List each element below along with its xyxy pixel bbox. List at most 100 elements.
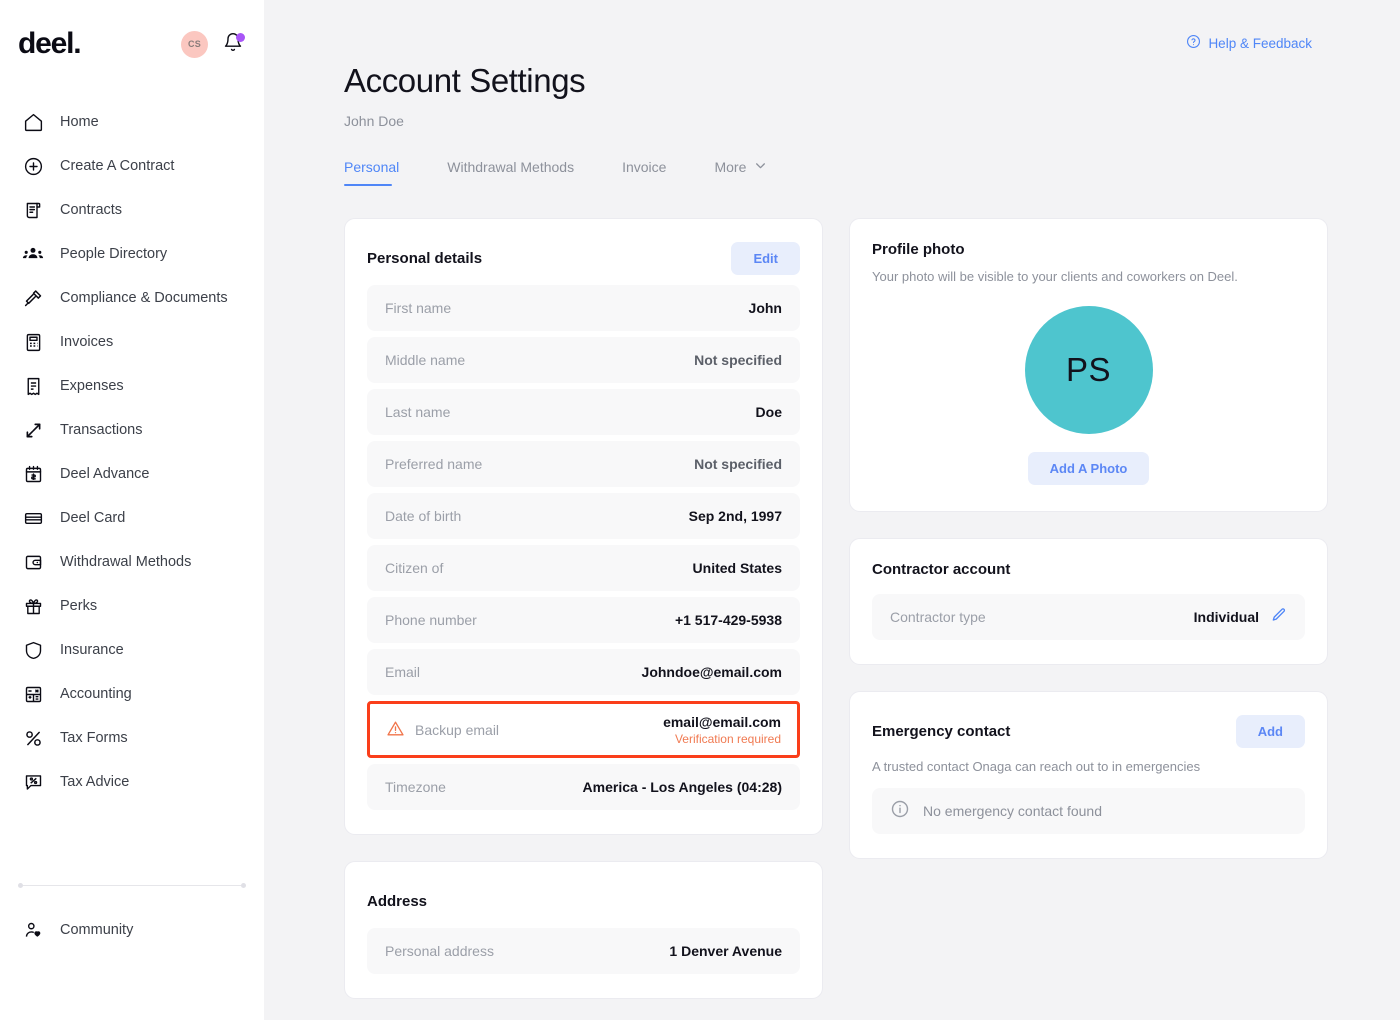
tab-invoice[interactable]: Invoice xyxy=(622,159,666,186)
row-label: Phone number xyxy=(385,612,477,628)
sidebar-item-invoices[interactable]: Invoices xyxy=(0,320,264,364)
right-column: Profile photo Your photo will be visible… xyxy=(849,218,1328,885)
question-circle-icon xyxy=(1186,34,1201,52)
emergency-contact-card: Emergency contact Add A trusted contact … xyxy=(849,691,1328,859)
row-phone-number: Phone number +1 517-429-5938 xyxy=(367,597,800,643)
app-root: deel. CS Home xyxy=(0,0,1400,1020)
sidebar-item-insurance[interactable]: Insurance xyxy=(0,628,264,672)
row-label: Personal address xyxy=(385,943,494,959)
sidebar-item-contracts[interactable]: Contracts xyxy=(0,188,264,232)
sidebar-item-expenses[interactable]: Expenses xyxy=(0,364,264,408)
sidebar-item-transactions[interactable]: Transactions xyxy=(0,408,264,452)
row-label: Citizen of xyxy=(385,560,443,576)
profile-avatar: PS xyxy=(1025,306,1153,434)
row-value: Individual xyxy=(1194,609,1259,625)
page-subtitle: John Doe xyxy=(344,113,1328,129)
row-value: Not specified xyxy=(694,456,782,472)
contractor-account-rows: Contractor type Individual xyxy=(872,594,1305,640)
personal-details-title: Personal details xyxy=(367,250,482,267)
address-title: Address xyxy=(367,893,427,910)
sidebar-item-label: Contracts xyxy=(60,202,122,218)
sidebar-item-label: People Directory xyxy=(60,246,167,262)
row-label: Preferred name xyxy=(385,456,482,472)
row-value: Johndoe@email.com xyxy=(642,664,782,680)
chevron-down-icon xyxy=(754,159,767,175)
row-label: Last name xyxy=(385,404,450,420)
profile-photo-area: PS Add A Photo xyxy=(872,306,1305,485)
home-icon xyxy=(22,111,44,133)
sidebar-item-deel-advance[interactable]: Deel Advance xyxy=(0,452,264,496)
help-and-feedback-label: Help & Feedback xyxy=(1208,36,1312,51)
row-citizen-of: Citizen of United States xyxy=(367,545,800,591)
emergency-contact-description: A trusted contact Onaga can reach out to… xyxy=(872,759,1305,774)
sidebar-item-compliance-and-documents[interactable]: Compliance & Documents xyxy=(0,276,264,320)
row-timezone: Timezone America - Los Angeles (04:28) xyxy=(367,764,800,810)
sidebar-header: deel. CS xyxy=(0,0,264,88)
sidebar-item-label: Create A Contract xyxy=(60,158,174,174)
tab-more[interactable]: More xyxy=(714,159,767,186)
personal-details-rows: First name John Middle name Not specifie… xyxy=(367,285,800,810)
invoice-icon xyxy=(22,331,44,353)
sidebar-item-label: Deel Advance xyxy=(60,466,149,482)
sidebar-item-label: Community xyxy=(60,922,133,938)
row-label: Timezone xyxy=(385,779,446,795)
sidebar-item-label: Expenses xyxy=(60,378,124,394)
sidebar-item-label: Insurance xyxy=(60,642,124,658)
row-last-name: Last name Doe xyxy=(367,389,800,435)
row-first-name: First name John xyxy=(367,285,800,331)
sidebar-item-perks[interactable]: Perks xyxy=(0,584,264,628)
emergency-contact-empty-state: No emergency contact found xyxy=(872,788,1305,834)
row-value: United States xyxy=(693,560,782,576)
warning-triangle-icon xyxy=(386,719,405,741)
deel-logo[interactable]: deel. xyxy=(18,29,80,59)
sidebar-item-create-a-contract[interactable]: Create A Contract xyxy=(0,144,264,188)
sidebar-item-label: Accounting xyxy=(60,686,132,702)
tab-personal[interactable]: Personal xyxy=(344,159,399,186)
profile-photo-title: Profile photo xyxy=(872,241,1305,258)
sidebar-item-label: Withdrawal Methods xyxy=(60,554,191,570)
tab-label: More xyxy=(714,159,746,175)
row-value: +1 517-429-5938 xyxy=(675,612,782,628)
personal-details-header: Personal details Edit xyxy=(367,241,800,275)
notification-badge-dot xyxy=(236,33,245,42)
row-value: Doe xyxy=(756,404,782,420)
credit-card-icon xyxy=(22,507,44,529)
row-label: Middle name xyxy=(385,352,465,368)
columns: Personal details Edit First name John Mi… xyxy=(344,218,1328,1020)
pencil-icon[interactable] xyxy=(1271,607,1287,628)
row-label: Backup email xyxy=(415,722,499,738)
tab-withdrawal-methods[interactable]: Withdrawal Methods xyxy=(447,159,574,186)
avatar[interactable]: CS xyxy=(181,31,208,58)
sidebar-spacer xyxy=(0,804,264,876)
sidebar-item-withdrawal-methods[interactable]: Withdrawal Methods xyxy=(0,540,264,584)
sidebar-item-home[interactable]: Home xyxy=(0,100,264,144)
edit-personal-details-button[interactable]: Edit xyxy=(731,242,800,275)
sidebar-item-community[interactable]: Community xyxy=(0,908,264,952)
percent-icon xyxy=(22,727,44,749)
verification-required-note: Verification required xyxy=(675,732,781,746)
tab-label: Withdrawal Methods xyxy=(447,159,574,175)
row-contractor-type: Contractor type Individual xyxy=(872,594,1305,640)
sidebar-item-deel-card[interactable]: Deel Card xyxy=(0,496,264,540)
row-backup-email[interactable]: Backup email email@email.com Verificatio… xyxy=(367,701,800,758)
sidebar-item-tax-forms[interactable]: Tax Forms xyxy=(0,716,264,760)
emergency-contact-title: Emergency contact xyxy=(872,723,1010,740)
calculator-icon xyxy=(22,683,44,705)
sidebar-item-accounting[interactable]: Accounting xyxy=(0,672,264,716)
help-and-feedback-button[interactable]: Help & Feedback xyxy=(1186,34,1312,52)
row-date-of-birth: Date of birth Sep 2nd, 1997 xyxy=(367,493,800,539)
address-header: Address xyxy=(367,884,800,918)
percent-chat-icon xyxy=(22,771,44,793)
sidebar-divider xyxy=(0,876,264,894)
profile-photo-description: Your photo will be visible to your clien… xyxy=(872,269,1305,284)
page-title: Account Settings xyxy=(344,62,1328,100)
add-a-photo-button[interactable]: Add A Photo xyxy=(1028,452,1150,485)
row-value: email@email.com xyxy=(663,714,781,730)
sidebar-item-tax-advice[interactable]: Tax Advice xyxy=(0,760,264,804)
sidebar-header-actions: CS xyxy=(181,31,244,58)
row-label-wrap: Backup email xyxy=(386,719,499,741)
add-emergency-contact-button[interactable]: Add xyxy=(1236,715,1305,748)
plus-circle-icon xyxy=(22,155,44,177)
sidebar-item-people-directory[interactable]: People Directory xyxy=(0,232,264,276)
notifications-button[interactable] xyxy=(222,32,244,56)
